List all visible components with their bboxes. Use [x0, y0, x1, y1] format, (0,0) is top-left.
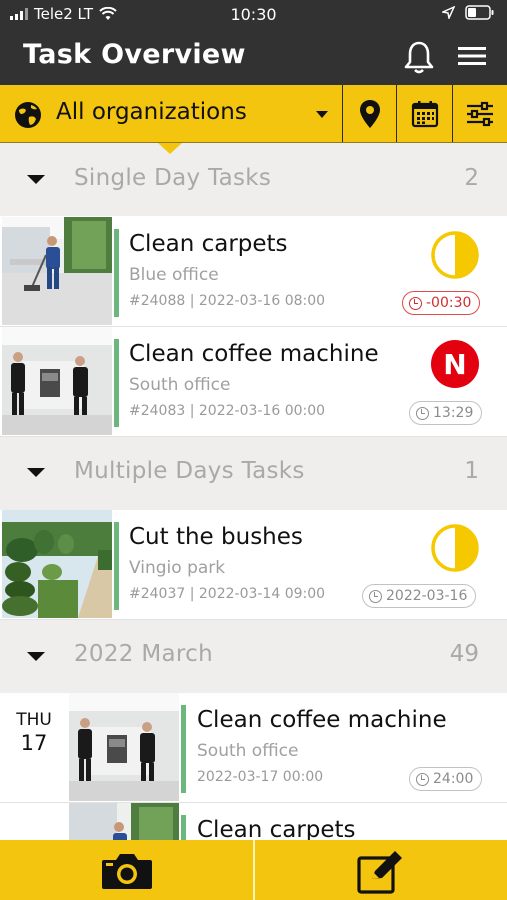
time-badge: 24:00 — [409, 767, 483, 791]
task-location: South office — [197, 741, 299, 761]
time-badge-overdue: -00:30 — [402, 291, 481, 315]
menu-icon[interactable] — [457, 45, 487, 67]
task-title: Clean carpets — [129, 231, 288, 257]
task-status-bar — [114, 229, 119, 317]
task-meta: #24088 | 2022-03-16 08:00 — [129, 293, 326, 309]
organization-label: All organizations — [56, 99, 247, 125]
section-header-month[interactable]: 2022 March 49 — [0, 620, 507, 693]
section-count: 1 — [464, 458, 479, 484]
section-title: Single Day Tasks — [74, 165, 272, 191]
task-title: Clean coffee machine — [197, 707, 447, 733]
task-row[interactable]: Cut the bushes Vingio park #24037 | 2022… — [0, 510, 507, 620]
section-title: 2022 March — [74, 641, 213, 667]
task-status-bar — [114, 339, 119, 427]
time-badge: 13:29 — [409, 401, 483, 425]
task-photo — [2, 510, 112, 618]
task-meta: #24037 | 2022-03-14 09:00 — [129, 586, 326, 602]
task-location: Vingio park — [129, 558, 226, 578]
task-title: Clean coffee machine — [129, 341, 379, 367]
task-row[interactable]: Clean carpets Blue office #24088 | 2022-… — [0, 217, 507, 327]
new-status-badge: N — [431, 340, 479, 388]
section-header-single-day[interactable]: Single Day Tasks 2 — [0, 143, 507, 216]
day-name: THU — [16, 710, 52, 730]
time-text: 2022-03-16 — [386, 588, 468, 604]
page-title: Task Overview — [23, 39, 246, 70]
edit-icon[interactable] — [356, 849, 406, 895]
time-text: 13:29 — [433, 405, 474, 421]
sliders-icon — [467, 101, 493, 126]
dropdown-pointer — [158, 143, 182, 154]
task-meta: #24083 | 2022-03-16 00:00 — [129, 403, 326, 419]
section-count: 49 — [449, 641, 479, 667]
bell-icon[interactable] — [403, 40, 435, 74]
clock-icon — [416, 406, 429, 420]
location-filter-button[interactable] — [342, 85, 396, 142]
chevron-down-icon — [316, 111, 328, 118]
time-text: 24:00 — [433, 771, 474, 787]
organization-dropdown[interactable]: All organizations — [0, 85, 342, 142]
clock-time: 10:30 — [230, 5, 277, 24]
section-count: 2 — [464, 165, 479, 191]
task-status-bar — [114, 522, 119, 610]
status-bar: Tele2 LT 10:30 — [0, 0, 507, 28]
task-location: South office — [129, 375, 231, 395]
bottom-action-bar — [0, 840, 507, 900]
half-done-status-icon — [431, 231, 479, 279]
section-header-multiple-days[interactable]: Multiple Days Tasks 1 — [0, 437, 507, 510]
task-status-bar — [181, 815, 186, 843]
calendar-icon — [411, 100, 438, 127]
task-photo — [2, 217, 112, 325]
day-number: 17 — [20, 731, 48, 755]
task-row[interactable]: Clean coffee machine South office #24083… — [0, 327, 507, 437]
app-header: Task Overview — [0, 28, 507, 85]
task-location: Blue office — [129, 265, 219, 285]
collapse-arrow-icon — [27, 468, 45, 477]
camera-icon[interactable] — [100, 851, 154, 891]
task-photo — [69, 803, 179, 843]
clock-icon — [409, 296, 422, 310]
filter-settings-button[interactable] — [452, 85, 507, 142]
section-title: Multiple Days Tasks — [74, 458, 305, 484]
clock-icon — [369, 589, 382, 603]
location-pin-icon — [359, 99, 380, 128]
task-meta: 2022-03-17 00:00 — [197, 769, 324, 785]
battery-icon — [465, 5, 494, 20]
divider — [253, 840, 255, 900]
collapse-arrow-icon — [27, 175, 45, 184]
clock-icon — [416, 772, 429, 786]
half-done-status-icon — [431, 524, 479, 572]
task-photo — [2, 327, 112, 435]
task-photo — [69, 693, 179, 801]
globe-icon — [15, 102, 41, 128]
location-arrow-icon — [442, 6, 455, 19]
calendar-filter-button[interactable] — [396, 85, 452, 142]
task-status-bar — [181, 705, 186, 793]
task-title: Cut the bushes — [129, 524, 303, 550]
filter-bar: All organizations — [0, 85, 507, 143]
task-row[interactable]: THU 17 Clean coffee machine South office… — [0, 693, 507, 803]
time-badge: 2022-03-16 — [362, 584, 477, 608]
collapse-arrow-icon — [27, 652, 45, 661]
time-text: -00:30 — [426, 295, 472, 311]
task-row[interactable]: Clean carpets — [0, 803, 507, 843]
